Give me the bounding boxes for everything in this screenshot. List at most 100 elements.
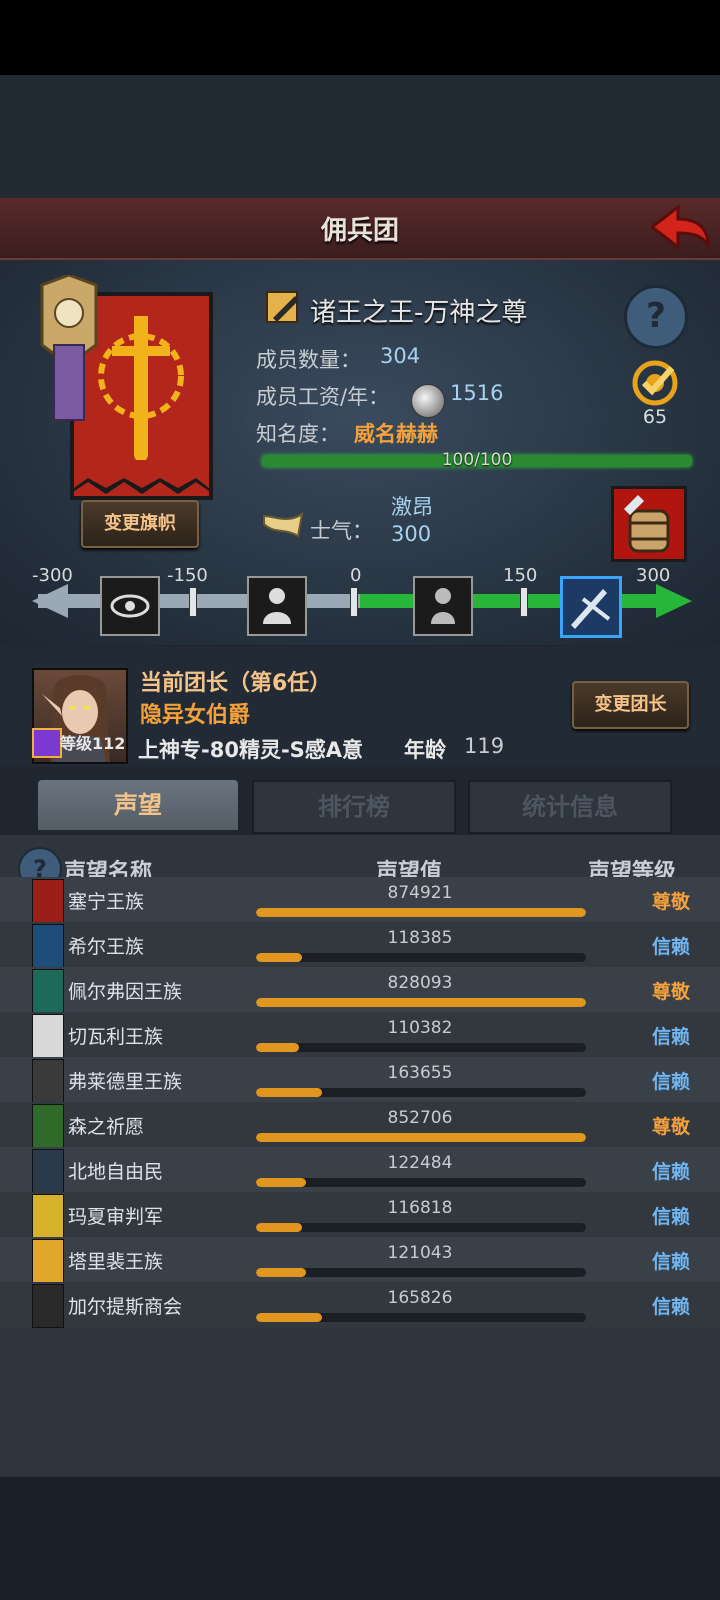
reputation-value: 852706 <box>387 1108 453 1128</box>
faction-emblem-icon <box>32 969 64 1013</box>
reputation-bar-fill <box>256 1133 586 1142</box>
fame-progress-text: 100/100 <box>441 450 513 470</box>
scale-label: 300 <box>636 565 671 586</box>
faction-emblem-icon <box>32 1284 64 1328</box>
table-row[interactable]: 森之祈愿 852706 尊敬 <box>0 1102 720 1148</box>
faction-emblem-icon <box>32 1059 64 1103</box>
leader-name: 隐异女伯爵 <box>140 703 251 728</box>
scale-label: -300 <box>32 565 73 586</box>
scale-label: -150 <box>167 565 208 586</box>
faction-name: 切瓦利王族 <box>68 1026 164 1048</box>
banner-tail <box>70 460 213 500</box>
tab-reputation[interactable]: 声望 <box>38 780 238 830</box>
leader-age-label: 年龄 <box>404 738 446 762</box>
reputation-value: 165826 <box>387 1288 453 1308</box>
wage-label: 成员工资/年： <box>256 385 390 409</box>
morale-scale-negative <box>38 594 360 608</box>
reputation-bar <box>256 1313 586 1322</box>
reputation-level: 信赖 <box>652 1251 691 1273</box>
reputation-bar <box>256 998 586 1007</box>
table-row[interactable]: 切瓦利王族 110382 信赖 <box>0 1012 720 1058</box>
faction-name: 玛夏审判军 <box>68 1206 164 1228</box>
page-title: 佣兵团 <box>320 216 399 246</box>
members-value: 304 <box>380 344 421 368</box>
reputation-value: 874921 <box>387 883 453 903</box>
reputation-bar <box>256 1268 586 1277</box>
edit-pen-icon[interactable] <box>265 288 303 326</box>
reputation-bar-fill <box>256 1313 322 1322</box>
members-label: 成员数量： <box>256 348 361 372</box>
reputation-value: 118385 <box>387 928 453 948</box>
reputation-bar-fill <box>256 1268 306 1277</box>
faction-name: 北地自由民 <box>68 1161 164 1183</box>
morale-value: 300 <box>391 522 432 546</box>
table-row[interactable]: 塔里裴王族 121043 信赖 <box>0 1237 720 1283</box>
leader-title: 当前团长（第6任） <box>140 671 332 696</box>
table-row[interactable]: 塞宁王族 874921 尊敬 <box>0 877 720 923</box>
faction-emblem-icon <box>32 1104 64 1148</box>
faction-emblem-icon <box>32 924 64 968</box>
reputation-level: 信赖 <box>652 1071 691 1093</box>
status-bar-area <box>0 0 720 75</box>
table-row[interactable]: 希尔王族 118385 信赖 <box>0 922 720 968</box>
tab-statistics[interactable]: 统计信息 <box>468 780 672 834</box>
faction-emblem-icon <box>32 1194 64 1238</box>
pen-shape <box>266 291 299 323</box>
calm-icon[interactable] <box>413 576 473 636</box>
reputation-bar <box>256 1133 586 1142</box>
reputation-bar <box>256 1043 586 1052</box>
arrow-left-icon <box>32 584 68 618</box>
reputation-value: 828093 <box>387 973 453 993</box>
reputation-bar-fill <box>256 1223 303 1232</box>
reputation-value: 122484 <box>387 1153 453 1173</box>
reputation-bar <box>256 1223 586 1232</box>
reputation-bar-fill <box>256 998 586 1007</box>
table-row[interactable]: 玛夏审判军 116818 信赖 <box>0 1192 720 1238</box>
table-row[interactable]: 加尔提斯商会 165826 信赖 <box>0 1282 720 1328</box>
eye-shape <box>110 594 150 618</box>
reputation-bar-fill <box>256 908 586 917</box>
guild-crest-icon <box>34 273 104 425</box>
reputation-level: 信赖 <box>652 1296 691 1318</box>
despair-icon[interactable] <box>247 576 307 636</box>
staff-icon <box>32 728 62 758</box>
charge-shape <box>571 589 611 629</box>
bottom-area <box>0 1475 720 1600</box>
leader-level: 等级112 <box>60 734 126 753</box>
faction-name: 希尔王族 <box>68 936 145 958</box>
reputation-bar <box>256 908 586 917</box>
faction-emblem-icon <box>32 1239 64 1283</box>
scale-label: 150 <box>503 565 538 586</box>
faction-name: 佩尔弗因王族 <box>68 981 183 1003</box>
table-row[interactable]: 佩尔弗因王族 828093 尊敬 <box>0 967 720 1013</box>
calm-shape <box>431 588 455 624</box>
reputation-level: 尊敬 <box>652 1116 691 1138</box>
table-row[interactable]: 弗莱德里王族 163655 信赖 <box>0 1057 720 1103</box>
back-button[interactable] <box>648 203 712 253</box>
eye-icon[interactable] <box>100 576 160 636</box>
scale-label: 0 <box>350 565 362 586</box>
charge-icon[interactable] <box>560 576 622 638</box>
wage-value: 1516 <box>450 381 504 405</box>
reputation-level: 尊敬 <box>652 981 691 1003</box>
tab-ranking[interactable]: 排行榜 <box>252 780 456 834</box>
target-shape <box>632 360 678 406</box>
question-mark-icon: ? <box>646 296 666 336</box>
faction-name: 森之祈愿 <box>68 1116 145 1138</box>
scale-tick <box>189 587 197 617</box>
reputation-level: 信赖 <box>652 1026 691 1048</box>
table-row[interactable]: 北地自由民 122484 信赖 <box>0 1147 720 1193</box>
morale-state: 激昂 <box>391 495 433 519</box>
target-check-icon[interactable] <box>622 358 688 408</box>
faction-name: 弗莱德里王族 <box>68 1071 183 1093</box>
back-arrow-icon <box>649 203 710 251</box>
faction-name: 塔里裴王族 <box>68 1251 164 1273</box>
change-leader-button[interactable]: 变更团长 <box>572 681 689 729</box>
barrel-supply-icon[interactable] <box>611 486 687 562</box>
reputation-bar-fill <box>256 1088 322 1097</box>
change-banner-button[interactable]: 变更旗帜 <box>81 500 199 548</box>
leader-age: 119 <box>464 734 505 758</box>
faction-emblem-icon <box>32 1014 64 1058</box>
help-button[interactable]: ? <box>624 285 688 349</box>
fame-value: 威名赫赫 <box>354 422 438 446</box>
